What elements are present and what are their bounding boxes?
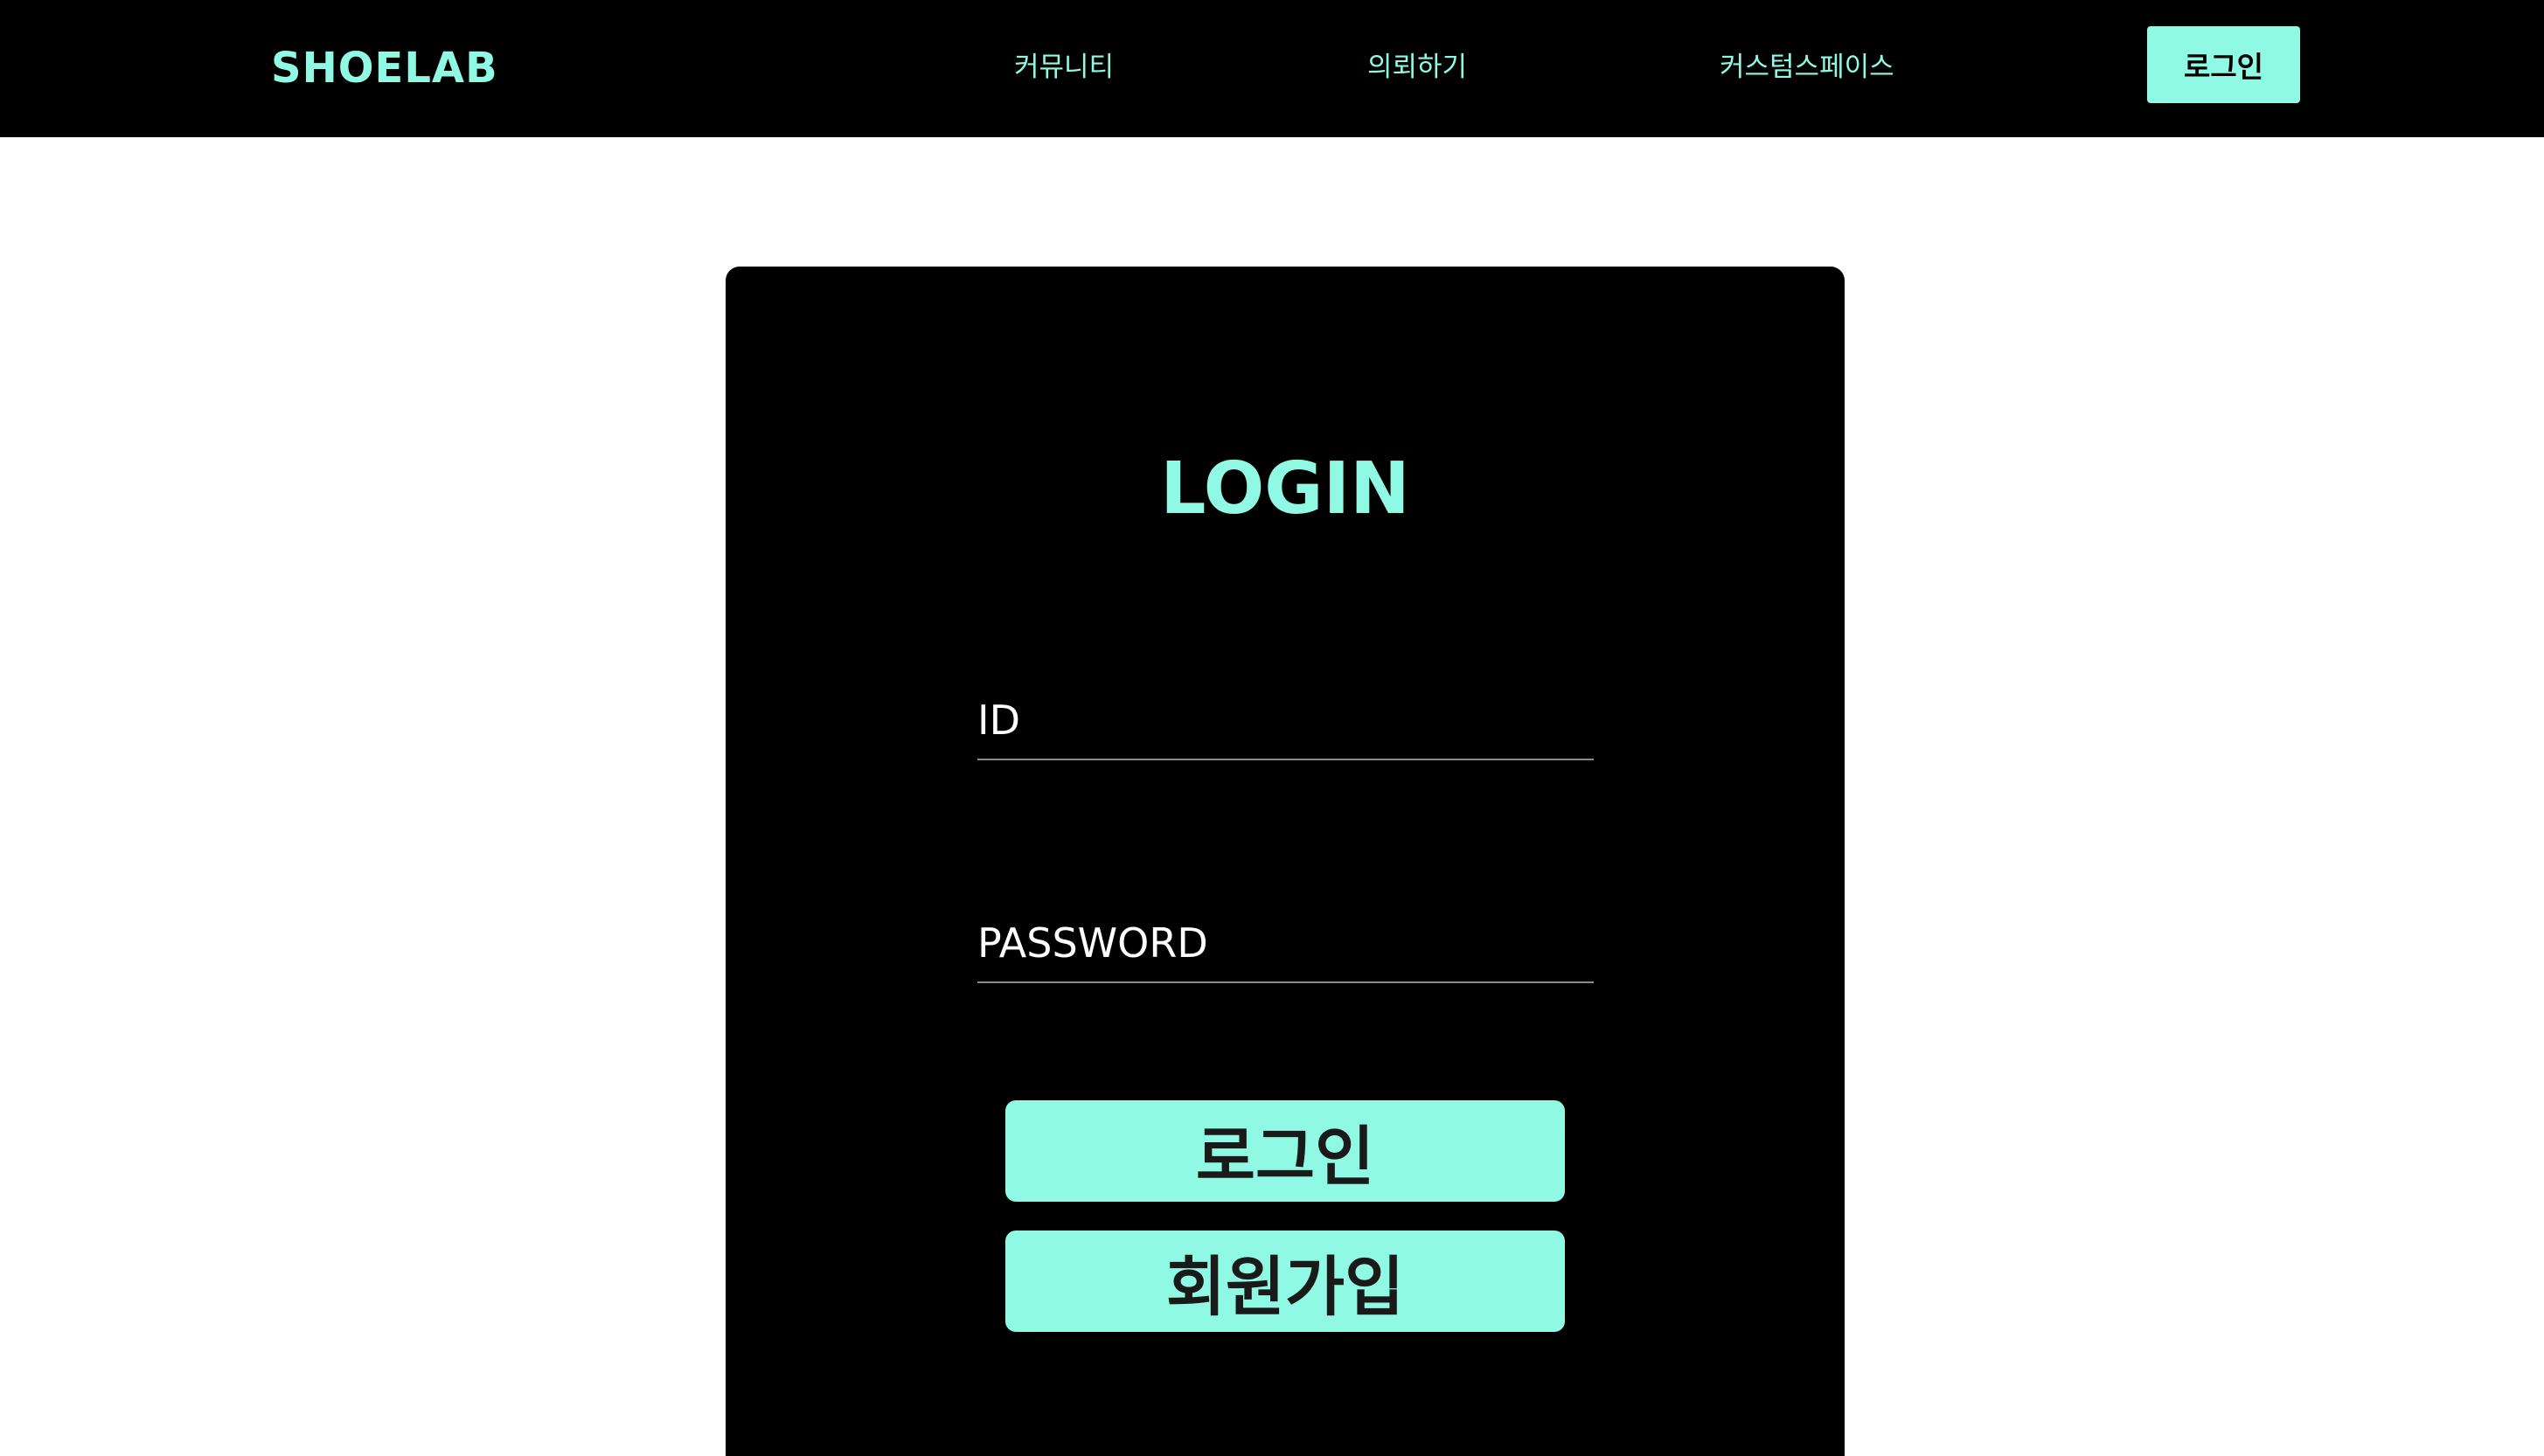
- login-card: LOGIN 로그인 회원가입: [726, 267, 1845, 1456]
- nav-link-request[interactable]: 의뢰하기: [1367, 47, 1467, 87]
- login-button[interactable]: 로그인: [1005, 1100, 1565, 1202]
- signup-button[interactable]: 회원가입: [1005, 1231, 1565, 1332]
- logo[interactable]: SHOELAB: [271, 38, 498, 98]
- header-login-button[interactable]: 로그인: [2147, 26, 2300, 103]
- id-input[interactable]: [977, 682, 1594, 759]
- top-navbar: SHOELAB 커뮤니티 의뢰하기 커스텀스페이스 로그인: [0, 0, 2544, 137]
- nav-link-custom-space[interactable]: 커스텀스페이스: [1720, 47, 1894, 87]
- password-field-wrapper: [977, 905, 1594, 983]
- password-input[interactable]: [977, 905, 1594, 981]
- login-title: LOGIN: [1160, 447, 1410, 530]
- id-field-wrapper: [977, 682, 1594, 760]
- nav-link-community[interactable]: 커뮤니티: [1014, 47, 1114, 87]
